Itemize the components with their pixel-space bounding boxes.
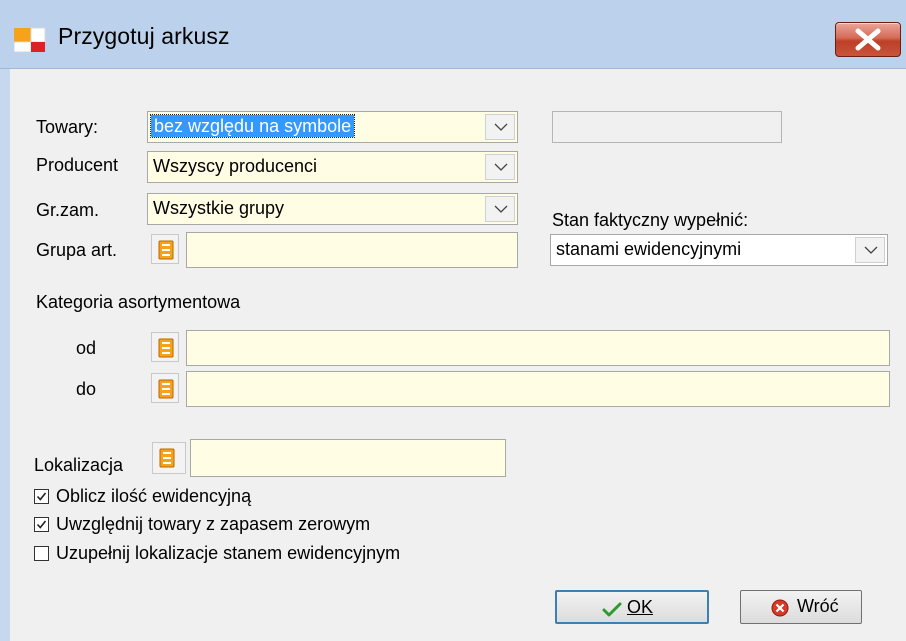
grzam-dropdown-button[interactable]: [485, 196, 515, 222]
chevron-down-icon: [494, 163, 508, 171]
stan-value: stanami ewidencyjnymi: [556, 239, 742, 259]
ok-label: OK: [627, 597, 654, 617]
cancel-icon: [771, 599, 789, 617]
checkbox-label: Uwzględnij towary z zapasem zerowym: [56, 514, 371, 534]
producent-value: Wszyscy producenci: [153, 156, 318, 176]
list-picker-icon: [159, 448, 175, 468]
kategoria-label: Kategoria asortymentowa: [36, 292, 241, 312]
list-picker-icon: [158, 240, 174, 260]
do-picker-button[interactable]: [151, 373, 179, 403]
grzam-label: Gr.zam.: [36, 200, 100, 220]
checkbox-uzupelnij[interactable]: Uzupełnij lokalizacje stanem ewidencyjny…: [34, 543, 534, 565]
back-button[interactable]: Wróć: [740, 590, 862, 624]
grupa-input[interactable]: [186, 232, 518, 268]
producent-dropdown-button[interactable]: [485, 154, 515, 180]
lokalizacja-label: Lokalizacja: [34, 455, 124, 475]
checkbox-box[interactable]: [34, 546, 49, 561]
do-label: do: [76, 379, 97, 399]
od-input[interactable]: [186, 330, 890, 366]
checkbox-label: Uzupełnij lokalizacje stanem ewidencyjny…: [56, 543, 401, 563]
app-icon: [13, 22, 48, 53]
do-input[interactable]: [186, 371, 890, 407]
checkmark-icon: [602, 602, 622, 617]
towary-label: Towary:: [36, 117, 99, 137]
producent-label: Producent: [36, 155, 119, 175]
towary-value: bez względu na symbole: [149, 114, 356, 138]
chevron-down-icon: [494, 205, 508, 213]
od-label: od: [76, 338, 97, 358]
back-label: Wróć: [797, 596, 839, 616]
stan-label: Stan faktyczny wypełnić:: [552, 210, 749, 230]
towary-dropdown-button[interactable]: [485, 114, 515, 140]
symbol-field: [552, 111, 782, 143]
chevron-down-icon: [864, 246, 878, 254]
od-picker-button[interactable]: [151, 332, 179, 362]
close-icon: [855, 28, 881, 51]
ok-button[interactable]: OK: [555, 590, 709, 624]
stan-dropdown-button[interactable]: [855, 237, 885, 263]
checkmark-icon: [36, 492, 47, 501]
checkbox-label: Oblicz ilość ewidencyjną: [56, 486, 252, 506]
list-picker-icon: [158, 379, 174, 399]
lokalizacja-input[interactable]: [190, 439, 506, 477]
grupa-label: Grupa art.: [36, 240, 118, 260]
close-button[interactable]: [835, 22, 901, 57]
grzam-select[interactable]: Wszystkie grupy: [147, 193, 518, 225]
producent-select[interactable]: Wszyscy producenci: [147, 151, 518, 183]
towary-select[interactable]: bez względu na symbole: [147, 111, 518, 143]
checkbox-oblicz[interactable]: Oblicz ilość ewidencyjną: [34, 486, 434, 508]
chevron-down-icon: [494, 123, 508, 131]
checkbox-box[interactable]: [34, 489, 49, 504]
lokalizacja-picker-button[interactable]: [152, 442, 186, 474]
checkbox-box[interactable]: [34, 517, 49, 532]
checkbox-uwzglednij[interactable]: Uwzględnij towary z zapasem zerowym: [34, 514, 534, 536]
window-title: Przygotuj arkusz: [58, 23, 230, 49]
checkmark-icon: [36, 520, 47, 529]
grupa-picker-button[interactable]: [151, 234, 179, 264]
window-border: [0, 69, 10, 641]
stan-select[interactable]: stanami ewidencyjnymi: [550, 234, 888, 266]
grzam-value: Wszystkie grupy: [153, 198, 285, 218]
list-picker-icon: [158, 338, 174, 358]
